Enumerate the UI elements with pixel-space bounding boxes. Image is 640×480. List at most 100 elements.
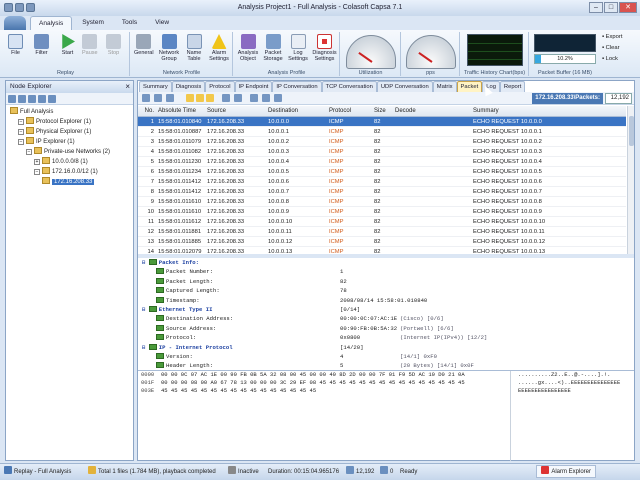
table-row[interactable]: 14 15:58:01.012079 172.16.208.33 10.0.0.13 I…	[138, 247, 626, 254]
tab-summary[interactable]: Summary	[139, 81, 172, 92]
refresh-packets-icon[interactable]	[262, 94, 270, 102]
tree-node[interactable]: − Protocol Explorer (1)	[6, 117, 133, 127]
decode-field[interactable]: Protocol: 0x0800 (Internet IP(IPv4)) [12/2…	[138, 333, 626, 342]
summary-view-icon[interactable]	[206, 94, 214, 102]
tab-diagnosis[interactable]: Diagnosis	[171, 81, 206, 92]
pause-button[interactable]: Pause	[82, 34, 98, 56]
tree-node[interactable]: +10.0.0.0/8 (1)	[6, 157, 133, 167]
hex-view-icon[interactable]	[196, 94, 204, 102]
packet-storage-button[interactable]: Packet Storage	[261, 34, 285, 62]
decode-section[interactable]: ⊟ Ethernet Type II [0/14]	[138, 305, 626, 314]
tree-node[interactable]: Full Analysis	[6, 107, 133, 117]
collapse-toggle-icon[interactable]: ⊟	[142, 259, 149, 266]
column-header[interactable]: Absolute Time	[156, 106, 205, 116]
expand-icon[interactable]	[142, 94, 150, 102]
general-button[interactable]: General	[134, 34, 154, 56]
decode-field[interactable]: Timestamp: 2008/08/14 15:58:01.010840	[138, 296, 626, 305]
expand-toggle-icon[interactable]: −	[26, 149, 32, 155]
network-group-button[interactable]: Network Group	[157, 34, 181, 62]
column-header[interactable]: Decode	[393, 106, 471, 116]
export-packets-icon[interactable]	[250, 94, 258, 102]
decode-field[interactable]: Header Length: 5 (20 Bytes) [14/1] 0x0F	[138, 361, 626, 368]
decode-field[interactable]: Captured Length: 78	[138, 286, 626, 295]
tab-view[interactable]: View	[147, 16, 177, 30]
column-header[interactable]: Summary	[471, 106, 621, 116]
forward-icon[interactable]	[166, 94, 174, 102]
table-row[interactable]: 5 15:58:01.011230 172.16.208.33 10.0.0.4 ICM…	[138, 157, 626, 167]
tree-node[interactable]: − Physical Explorer (1)	[6, 127, 133, 137]
tab-system[interactable]: System	[74, 16, 112, 30]
maximize-button[interactable]: □	[604, 2, 618, 13]
scrollbar-thumb[interactable]	[629, 116, 634, 146]
minimize-button[interactable]: –	[589, 2, 603, 13]
app-menu-icon[interactable]	[4, 3, 13, 12]
tab-protocol[interactable]: Protocol	[205, 81, 235, 92]
app-logo-icon[interactable]	[4, 16, 26, 30]
save-icon[interactable]	[15, 3, 24, 12]
tree-view-icon[interactable]	[8, 95, 16, 103]
back-icon[interactable]	[154, 94, 162, 102]
tab-udp-conversation[interactable]: UDP Conversation	[376, 81, 433, 92]
column-header[interactable]: No.	[138, 106, 156, 116]
tree-node[interactable]: 172.16.208.33	[6, 177, 133, 187]
tab-packet[interactable]: Packet	[456, 81, 483, 92]
close-button[interactable]: ✕	[619, 2, 637, 13]
undo-icon[interactable]	[26, 3, 35, 12]
tab-ip-conversation[interactable]: IP Conversation	[272, 81, 322, 92]
tab-matrix[interactable]: Matrix	[432, 81, 457, 92]
filter-button[interactable]: Filter	[34, 34, 49, 56]
tree-node[interactable]: − 172.16.0.0/12 (1)	[6, 167, 133, 177]
decode-view-icon[interactable]	[186, 94, 194, 102]
table-row[interactable]: 12 15:58:01.011881 172.16.208.33 10.0.0.11 I…	[138, 227, 626, 237]
refresh-icon[interactable]	[18, 95, 26, 103]
table-row[interactable]: 6 15:58:01.011234 172.16.208.33 10.0.0.5 ICM…	[138, 167, 626, 177]
decode-field[interactable]: Source Address: 00:90:FB:0B:5A:32 (Portwel…	[138, 324, 626, 333]
column-header[interactable]: Protocol	[327, 106, 372, 116]
table-row[interactable]: 13 15:58:01.011885 172.16.208.33 10.0.0.12 I…	[138, 237, 626, 247]
settings-icon[interactable]	[274, 94, 282, 102]
table-row[interactable]: 7 15:58:01.011412 172.16.208.33 10.0.0.6 ICM…	[138, 177, 626, 187]
column-header[interactable]: Size	[372, 106, 393, 116]
expand-toggle-icon[interactable]: +	[34, 159, 40, 165]
alarm-explorer-button[interactable]: Alarm Explorer	[536, 465, 596, 478]
filter-packets-icon[interactable]	[234, 94, 242, 102]
decode-section[interactable]: ⊟ IP - Internet Protocol [14/20]	[138, 343, 626, 352]
table-row[interactable]: 1 15:58:01.010840 172.16.208.33 10.0.0.0 ICM…	[138, 117, 626, 127]
analysis-object-button[interactable]: Analysis Object	[236, 34, 260, 62]
name-table-button[interactable]: Name Table	[184, 34, 204, 62]
export-button[interactable]: ▪ Export	[602, 32, 638, 43]
decode-field[interactable]: Packet Number: 1	[138, 267, 626, 276]
expand-toggle-icon[interactable]: −	[18, 139, 24, 145]
file-button[interactable]: File	[8, 34, 23, 56]
options-icon[interactable]	[38, 95, 46, 103]
packet-table-scrollbar[interactable]	[627, 106, 634, 254]
close-panel-icon[interactable]: ×	[125, 81, 130, 93]
table-row[interactable]: 2 15:58:01.010887 172.16.208.33 10.0.0.1 ICM…	[138, 127, 626, 137]
table-row[interactable]: 4 15:58:01.011082 172.16.208.33 10.0.0.3 ICM…	[138, 147, 626, 157]
start-button[interactable]: Start	[60, 34, 75, 56]
table-row[interactable]: 8 15:58:01.011412 172.16.208.33 10.0.0.7 ICM…	[138, 187, 626, 197]
tab-ip-endpoint[interactable]: IP Endpoint	[234, 81, 273, 92]
column-header[interactable]: Destination	[266, 106, 327, 116]
filter-tree-icon[interactable]	[48, 95, 56, 103]
tab-analysis[interactable]: Analysis	[30, 16, 73, 30]
clear-button[interactable]: ▪ Clear	[602, 43, 638, 54]
lock-button[interactable]: ▪ Lock	[602, 54, 638, 65]
log-settings-button[interactable]: Log Settings	[287, 34, 309, 62]
decode-field[interactable]: Version: 4 [14/1] 0xF0	[138, 352, 626, 361]
tab-tools[interactable]: Tools	[114, 16, 145, 30]
tree-node[interactable]: − Private-use Networks (2)	[6, 147, 133, 157]
expand-toggle-icon[interactable]: −	[18, 119, 24, 125]
column-header[interactable]: Source	[205, 106, 266, 116]
decode-field[interactable]: Packet Length: 82	[138, 277, 626, 286]
tree-node[interactable]: − IP Explorer (1)	[6, 137, 133, 147]
find-icon[interactable]	[28, 95, 36, 103]
collapse-toggle-icon[interactable]: ⊟	[142, 306, 149, 313]
collapse-toggle-icon[interactable]: ⊟	[142, 344, 149, 351]
decode-field[interactable]: Destination Address: 00:00:0C:07:AC:1E (Ci…	[138, 314, 626, 323]
table-row[interactable]: 11 15:58:01.011612 172.16.208.33 10.0.0.10 I…	[138, 217, 626, 227]
tab-report[interactable]: Report	[499, 81, 526, 92]
sort-icon[interactable]	[222, 94, 230, 102]
table-row[interactable]: 3 15:58:01.011079 172.16.208.33 10.0.0.2 ICM…	[138, 137, 626, 147]
alarm-settings-button[interactable]: Alarm Settings	[207, 34, 231, 62]
